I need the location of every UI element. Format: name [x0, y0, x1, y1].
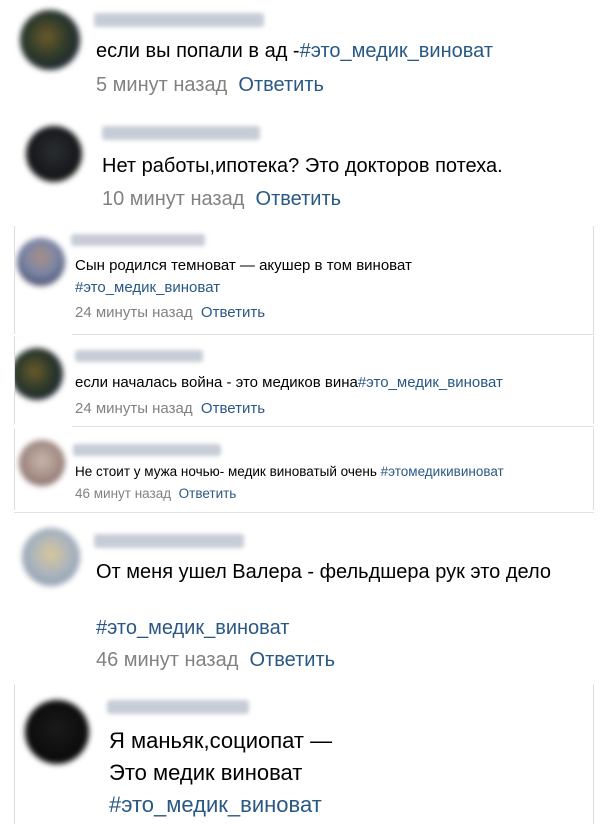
comment-meta: 5 минут назад Ответить	[96, 74, 324, 97]
author-name-redacted[interactable]	[75, 350, 203, 362]
author-name-redacted[interactable]	[102, 126, 260, 140]
comment-text: если вы попали в ад -#это_медик_виноват	[96, 40, 493, 63]
comment-text: Сын родился темноват — акушер в том вино…	[75, 257, 412, 274]
timestamp[interactable]: 5 минут назад	[96, 74, 227, 96]
comment-body: Это медик виноват	[109, 760, 303, 785]
avatar[interactable]	[15, 348, 63, 400]
comment-text-line-2: Это медик виноват	[109, 760, 302, 786]
author-name-redacted[interactable]	[71, 234, 205, 246]
comment-meta: 24 минуты назад Ответить	[75, 304, 265, 321]
comment-body: Сын родился темноват — акушер в том вино…	[75, 257, 412, 274]
comment-body: Не стоит у мужа ночью- медик виноватый о…	[75, 464, 381, 479]
author-name-redacted[interactable]	[94, 13, 264, 27]
timestamp[interactable]: 24 минуты назад	[75, 400, 193, 417]
comment-6: От меня ушел Валера - фельдшера рук это …	[10, 516, 590, 678]
comment-body: если вы попали в ад -	[96, 40, 300, 62]
hashtag-link[interactable]: #это_медик_виноват	[75, 279, 220, 296]
divider	[72, 334, 594, 335]
comment-hashtag-line: #это_медик_виноват	[75, 279, 220, 296]
comment-body: Нет работы,ипотека? Это докторов потеха.	[102, 155, 503, 177]
comment-hashtag-line: #это_медик_виноват	[96, 617, 289, 640]
comment-text: От меня ушел Валера - фельдшера рук это …	[96, 561, 551, 584]
comment-body: Я маньяк,социопат —	[109, 728, 333, 753]
avatar[interactable]	[17, 238, 65, 286]
comment-meta: 46 минут назад Ответить	[75, 486, 236, 501]
avatar[interactable]	[25, 700, 89, 764]
author-name-redacted[interactable]	[73, 444, 221, 456]
timestamp[interactable]: 10 минут назад	[102, 188, 244, 210]
hashtag-link[interactable]: #этомедикивиноват	[381, 464, 504, 479]
reply-button[interactable]: Ответить	[201, 400, 265, 417]
hashtag-link[interactable]: #это_медик_виноват	[358, 374, 503, 391]
timestamp[interactable]: 46 минут назад	[75, 486, 171, 501]
avatar[interactable]	[26, 126, 82, 182]
avatar[interactable]	[20, 10, 80, 70]
comment-7: Я маньяк,социопат — Это медик виноват #э…	[14, 684, 594, 824]
comment-4: если началась война - это медиков вина#э…	[14, 336, 594, 424]
avatar[interactable]	[22, 528, 80, 586]
avatar[interactable]	[19, 440, 65, 486]
reply-button[interactable]: Ответить	[179, 486, 237, 501]
comment-hashtag-line: #это_медик_виноват	[109, 792, 322, 818]
reply-button[interactable]: Ответить	[250, 649, 336, 671]
divider	[72, 426, 594, 427]
author-name-redacted[interactable]	[94, 534, 244, 548]
comment-text: если началась война - это медиков вина#э…	[75, 374, 503, 391]
comment-body: От меня ушел Валера - фельдшера рук это …	[96, 561, 551, 583]
hashtag-link[interactable]: #это_медик_виноват	[96, 617, 289, 639]
comment-3: Сын родился темноват — акушер в том вино…	[14, 226, 594, 334]
comment-text: Нет работы,ипотека? Это докторов потеха.	[102, 155, 503, 178]
comment-meta: 46 минут назад Ответить	[96, 649, 335, 672]
timestamp[interactable]: 46 минут назад	[96, 649, 238, 671]
comment-text: Не стоит у мужа ночью- медик виноватый о…	[75, 464, 504, 479]
hashtag-link[interactable]: #это_медик_виноват	[300, 40, 493, 62]
reply-button[interactable]: Ответить	[256, 188, 342, 210]
timestamp[interactable]: 24 минуты назад	[75, 304, 193, 321]
divider	[14, 512, 594, 513]
author-name-redacted[interactable]	[107, 700, 249, 714]
reply-button[interactable]: Ответить	[238, 74, 324, 96]
comment-2: Нет работы,ипотека? Это докторов потеха.…	[10, 112, 590, 220]
hashtag-link[interactable]: #это_медик_виноват	[109, 792, 322, 817]
comment-5: Не стоит у мужа ночью- медик виноватый о…	[14, 428, 594, 510]
comment-text-line-1: Я маньяк,социопат —	[109, 728, 332, 754]
comment-1: если вы попали в ад -#это_медик_виноват …	[10, 0, 590, 108]
comment-body: если началась война - это медиков вина	[75, 374, 358, 391]
reply-button[interactable]: Ответить	[201, 304, 265, 321]
comment-meta: 10 минут назад Ответить	[102, 188, 341, 211]
comment-meta: 24 минуты назад Ответить	[75, 400, 265, 417]
